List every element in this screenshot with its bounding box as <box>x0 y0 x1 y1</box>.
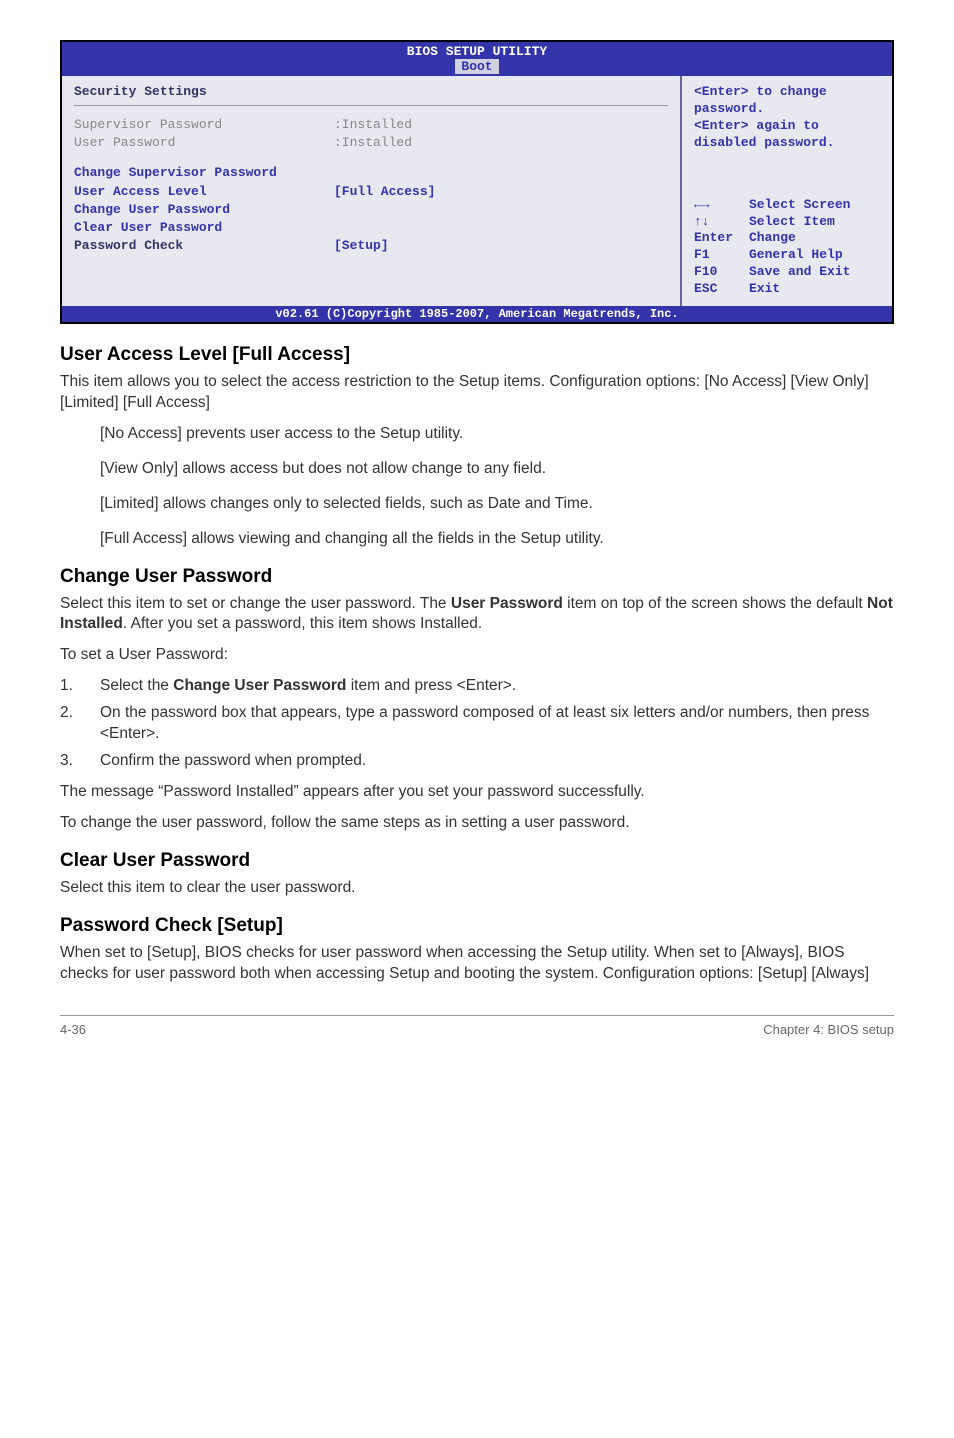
text-bold: Change User Password <box>173 677 346 694</box>
text-span: . After you set a password, this item sh… <box>123 615 482 632</box>
bios-label: Clear User Password <box>74 219 334 237</box>
bios-nav-help: ←→Select Screen ↑↓Select Item EnterChang… <box>694 197 880 298</box>
bios-nav-label: Select Item <box>749 214 835 231</box>
bios-label: Password Check <box>74 237 334 255</box>
paragraph: Select this item to set or change the us… <box>60 594 894 636</box>
paragraph: The message “Password Installed” appears… <box>60 782 894 803</box>
option-full-access: [Full Access] allows viewing and changin… <box>100 529 894 550</box>
bios-hint-line: disabled password. <box>694 135 880 152</box>
paragraph: When set to [Setup], BIOS checks for use… <box>60 943 894 985</box>
step-item: 1. Select the Change User Password item … <box>60 676 894 697</box>
bios-nav-label: Exit <box>749 281 780 298</box>
bios-row-user-access-level: User Access Level [Full Access] <box>74 183 668 201</box>
bios-nav-row: F10Save and Exit <box>694 264 880 281</box>
bios-right-panel: <Enter> to change password. <Enter> agai… <box>682 76 892 306</box>
bios-nav-row: ↑↓Select Item <box>694 214 880 231</box>
bios-value: :Installed <box>334 116 412 134</box>
steps-list: 1. Select the Change User Password item … <box>60 676 894 772</box>
option-limited: [Limited] allows changes only to selecte… <box>100 494 894 515</box>
bios-nav-row: ESCExit <box>694 281 880 298</box>
bios-hint-line: <Enter> again to <box>694 118 880 135</box>
text-span: Select this item to set or change the us… <box>60 595 451 612</box>
bios-row-change-user: Change User Password <box>74 201 668 219</box>
text-span: Select the <box>100 677 173 694</box>
bios-label: Change User Password <box>74 201 334 219</box>
bios-hint-line: password. <box>694 101 880 118</box>
bios-label: Supervisor Password <box>74 116 334 134</box>
bios-row-clear-user: Clear User Password <box>74 219 668 237</box>
paragraph: Select this item to clear the user passw… <box>60 878 894 899</box>
bios-nav-key: Enter <box>694 230 749 247</box>
bios-hint-line: <Enter> to change <box>694 84 880 101</box>
bios-row-change-supervisor: Change Supervisor Password <box>74 164 668 182</box>
bios-value: :Installed <box>334 134 412 152</box>
bios-nav-row: F1General Help <box>694 247 880 264</box>
bios-nav-row: ←→Select Screen <box>694 197 880 214</box>
text-span: item and press <Enter>. <box>346 677 516 694</box>
option-view-only: [View Only] allows access but does not a… <box>100 459 894 480</box>
heading-password-check: Password Check [Setup] <box>60 915 894 937</box>
bios-row-supervisor: Supervisor Password :Installed <box>74 116 668 134</box>
step-text: On the password box that appears, type a… <box>100 703 894 745</box>
heading-user-access-level: User Access Level [Full Access] <box>60 344 894 366</box>
bios-row-user: User Password :Installed <box>74 134 668 152</box>
paragraph: This item allows you to select the acces… <box>60 372 894 414</box>
step-item: 3. Confirm the password when prompted. <box>60 751 894 772</box>
page-number: 4-36 <box>60 1022 86 1037</box>
bios-nav-label: General Help <box>749 247 843 264</box>
option-no-access: [No Access] prevents user access to the … <box>100 424 894 445</box>
bios-nav-label: Change <box>749 230 796 247</box>
bios-nav-key: F1 <box>694 247 749 264</box>
bios-nav-key: ←→ <box>694 197 749 214</box>
bios-nav-row: EnterChange <box>694 230 880 247</box>
step-text: Select the Change User Password item and… <box>100 676 894 697</box>
bios-copyright: v02.61 (C)Copyright 1985-2007, American … <box>62 306 892 322</box>
step-item: 2. On the password box that appears, typ… <box>60 703 894 745</box>
bios-title-bar: BIOS SETUP UTILITY Boot <box>62 42 892 76</box>
bios-tab-boot: Boot <box>455 59 498 74</box>
paragraph: To change the user password, follow the … <box>60 813 894 834</box>
page-footer: 4-36 Chapter 4: BIOS setup <box>60 1015 894 1037</box>
bios-nav-key: F10 <box>694 264 749 281</box>
step-number: 1. <box>60 676 100 697</box>
paragraph: To set a User Password: <box>60 645 894 666</box>
bios-label: User Access Level <box>74 183 334 201</box>
bios-help-text: <Enter> to change password. <Enter> agai… <box>694 84 880 152</box>
bios-label: Change Supervisor Password <box>74 164 334 182</box>
bios-label: User Password <box>74 134 334 152</box>
chapter-label: Chapter 4: BIOS setup <box>763 1022 894 1037</box>
bios-nav-key: ESC <box>694 281 749 298</box>
bios-value: [Full Access] <box>334 183 435 201</box>
bios-nav-label: Select Screen <box>749 197 850 214</box>
step-number: 2. <box>60 703 100 745</box>
bios-nav-label: Save and Exit <box>749 264 850 281</box>
bios-section-title: Security Settings <box>74 84 668 106</box>
bios-title: BIOS SETUP UTILITY <box>62 44 892 59</box>
bios-screenshot: BIOS SETUP UTILITY Boot Security Setting… <box>60 40 894 324</box>
step-text: Confirm the password when prompted. <box>100 751 894 772</box>
bios-nav-key: ↑↓ <box>694 214 749 231</box>
text-bold: User Password <box>451 595 563 612</box>
bios-row-password-check: Password Check [Setup] <box>74 237 668 255</box>
step-number: 3. <box>60 751 100 772</box>
text-span: item on top of the screen shows the defa… <box>563 595 867 612</box>
bios-left-panel: Security Settings Supervisor Password :I… <box>62 76 682 306</box>
bios-value: [Setup] <box>334 237 389 255</box>
heading-change-user-password: Change User Password <box>60 566 894 588</box>
heading-clear-user-password: Clear User Password <box>60 850 894 872</box>
